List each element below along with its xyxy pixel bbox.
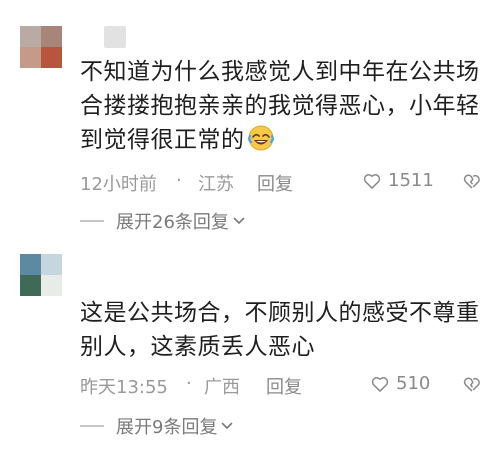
like-count: 1511 xyxy=(388,170,434,191)
dislike-button[interactable] xyxy=(462,171,482,196)
comment-meta: 12小时前 · 江苏 回复 1511 xyxy=(80,170,490,196)
broken-heart-icon xyxy=(463,377,480,392)
avatar-pixel xyxy=(41,254,62,275)
comment-time: 昨天13:55 xyxy=(80,377,168,398)
avatar-pixel xyxy=(41,26,62,47)
expand-replies-label: 展开9条回复 xyxy=(116,417,218,438)
comment-location: 广西 xyxy=(204,377,240,398)
comment-body: 这是公共场合，不顾别人的感受不尊重别人，这素质丢人恶心 xyxy=(80,300,480,360)
like-button[interactable]: 510 xyxy=(370,373,430,394)
like-button[interactable]: 1511 xyxy=(362,170,434,191)
chevron-down-icon xyxy=(222,422,233,429)
avatar-pixel xyxy=(20,26,41,47)
comment-list: 不知道为什么我感觉人到中年在公共场合搂搂抱抱亲亲的我觉得恶心，小年轻到觉得很正常… xyxy=(0,0,500,453)
avatar-pixel xyxy=(20,47,41,68)
comment-meta: 昨天13:55 · 广西 回复 510 xyxy=(80,373,490,399)
reply-button[interactable]: 回复 xyxy=(266,373,302,399)
username-placeholder[interactable] xyxy=(104,26,126,48)
comment-time: 12小时前 xyxy=(80,174,157,195)
reply-button[interactable]: 回复 xyxy=(257,170,293,196)
expand-replies-button[interactable]: 展开9条回复 xyxy=(80,413,234,439)
comment-body: 不知道为什么我感觉人到中年在公共场合搂搂抱抱亲亲的我觉得恶心，小年轻到觉得很正常… xyxy=(80,59,480,153)
comment-text: 不知道为什么我感觉人到中年在公共场合搂搂抱抱亲亲的我觉得恶心，小年轻到觉得很正常… xyxy=(80,55,480,157)
chevron-down-icon xyxy=(233,217,245,224)
meta-separator: · xyxy=(176,170,182,191)
heart-icon xyxy=(363,173,381,189)
avatar-pixel xyxy=(41,275,62,296)
expand-replies-label: 展开26条回复 xyxy=(116,212,229,233)
expand-replies-button[interactable]: 展开26条回复 xyxy=(80,208,246,234)
dislike-button[interactable] xyxy=(462,374,482,399)
avatar[interactable] xyxy=(20,26,62,68)
comment-location: 江苏 xyxy=(198,174,234,195)
like-count: 510 xyxy=(396,373,431,394)
avatar-pixel xyxy=(20,275,41,296)
avatar-pixel xyxy=(20,254,41,275)
avatar[interactable] xyxy=(20,254,62,296)
laughing-crying-emoji-icon xyxy=(247,125,274,151)
divider-line xyxy=(80,220,104,222)
heart-icon xyxy=(371,376,389,392)
meta-separator: · xyxy=(186,373,192,394)
divider-line xyxy=(80,425,104,427)
avatar-pixel xyxy=(41,47,62,68)
broken-heart-icon xyxy=(463,174,480,189)
comment-text: 这是公共场合，不顾别人的感受不尊重别人，这素质丢人恶心 xyxy=(80,296,480,364)
